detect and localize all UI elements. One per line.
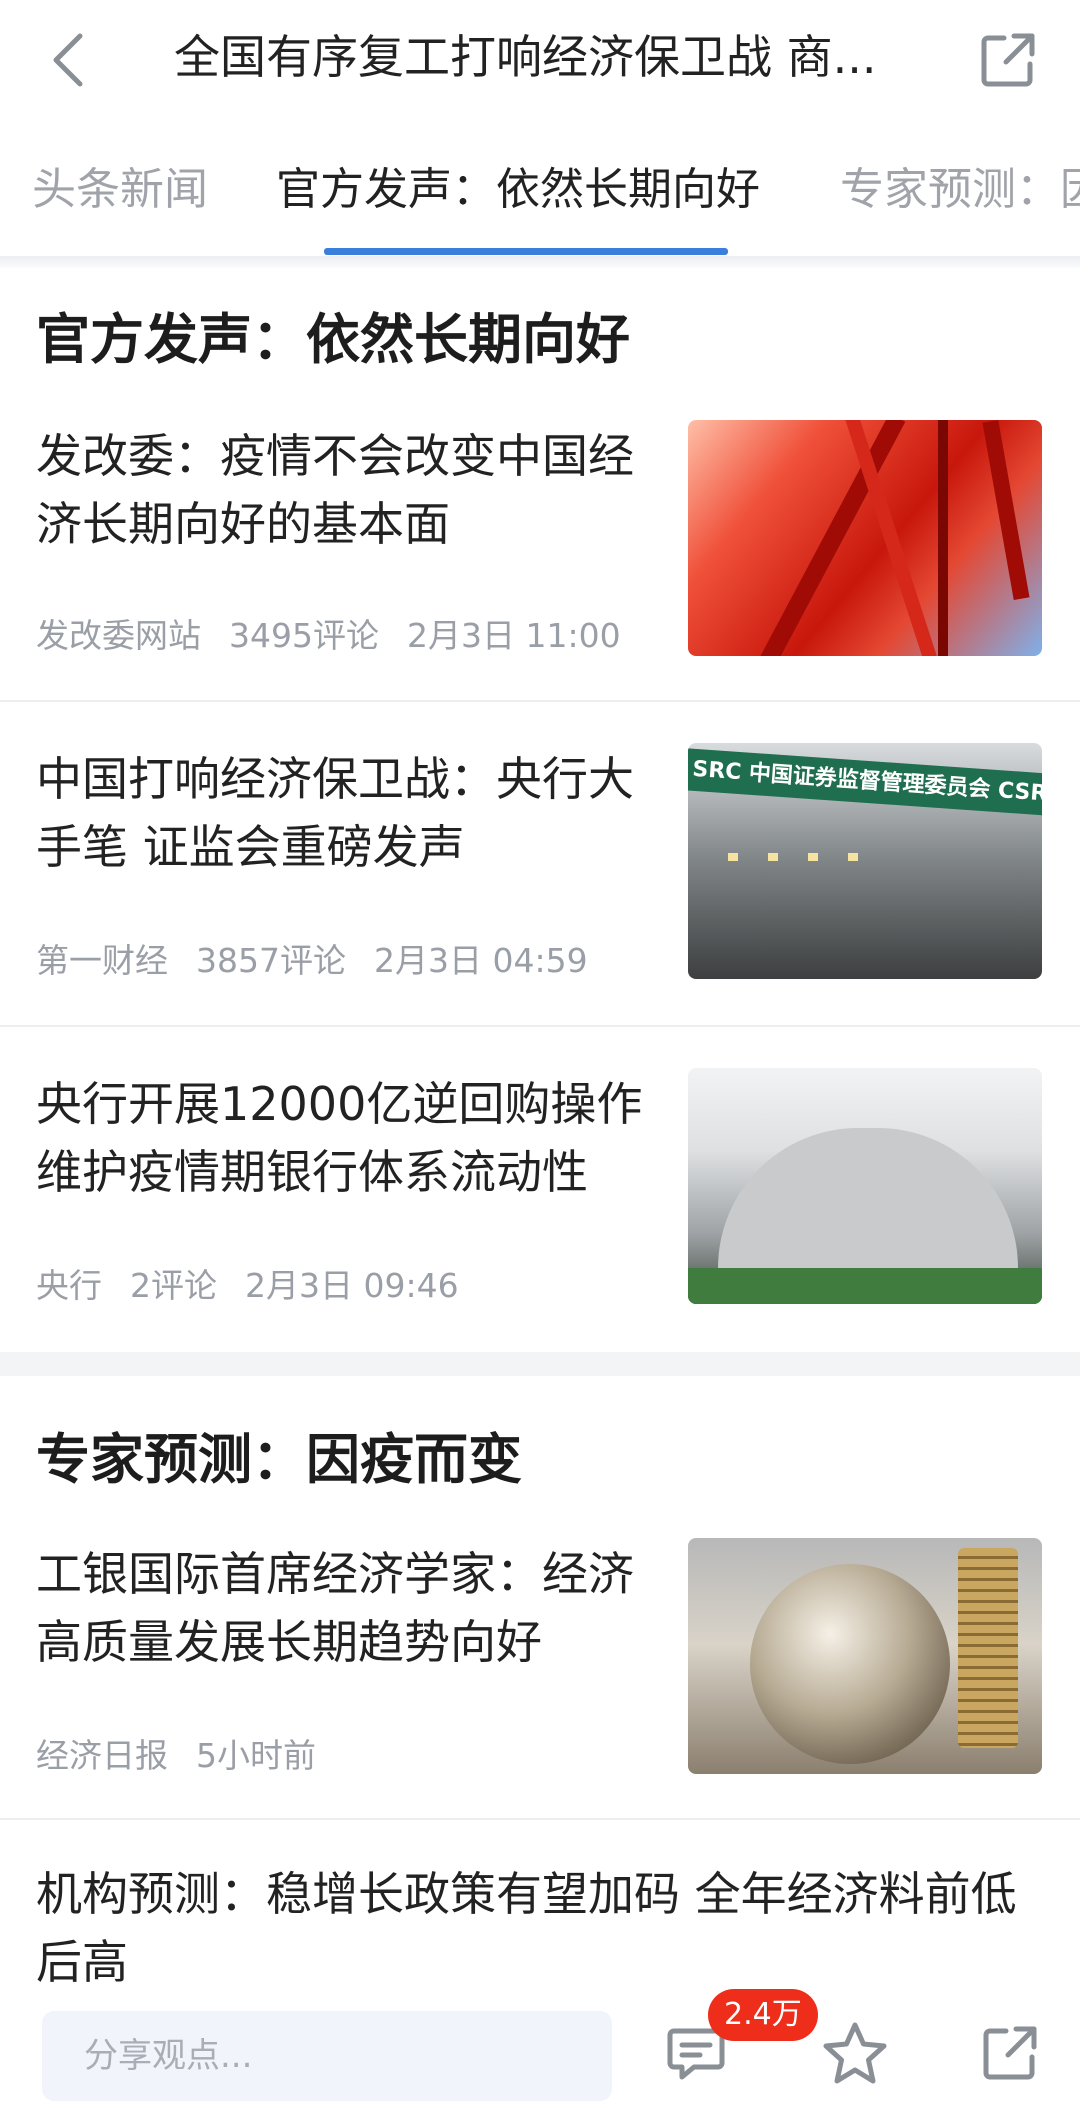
chevron-left-icon [53,33,83,87]
article-comments: 3495评论 [229,616,379,655]
section-heading: 专家预测：因疫而变 [36,1428,522,1491]
article-meta: 央行 2评论 2月3日 09:46 [36,1264,487,1308]
article-thumbnail [688,1538,1042,1774]
article-title: 中国打响经济保卫战：央行大手笔 证监会重磅发声 [36,752,634,874]
share-external-icon [983,2026,1037,2080]
section-tabs: 头条新闻 官方发声：依然长期向好 专家预测：因 [0,140,1080,256]
share-button[interactable] [976,28,1040,92]
list-item[interactable]: 工银国际首席经济学家：经济高质量发展长期趋势向好 经济日报 5小时前 [0,1528,1080,1818]
article-thumbnail: SRC 中国证券监督管理委员会 CSRC [688,743,1042,979]
article-title: 机构预测：稳增长政策有望加码 全年经济料前低后高 [36,1867,1017,1983]
comment-count-badge: 2.4万 [708,1989,818,2041]
article-comments: 3857评论 [196,941,346,980]
comment-input[interactable]: 分享观点... [42,2011,612,2101]
list-item[interactable]: 发改委：疫情不会改变中国经济长期向好的基本面 发改委网站 3495评论 2月3日 1… [0,410,1080,700]
tab-expert-forecast[interactable]: 专家预测：因 [840,160,1080,220]
article-source: 发改委网站 [36,616,201,655]
tabs-shadow [0,256,1080,268]
article-title: 工银国际首席经济学家：经济高质量发展长期趋势向好 [36,1547,634,1669]
list-item[interactable]: 中国打响经济保卫战：央行大手笔 证监会重磅发声 第一财经 3857评论 2月3日 0… [0,733,1080,1023]
article-meta: 发改委网站 3495评论 2月3日 11:00 [36,614,649,658]
article-title: 央行开展12000亿逆回购操作维护疫情期银行体系流动性 [36,1077,643,1199]
divider [0,700,1080,702]
article-time: 5小时前 [196,1736,316,1775]
page-title: 全国有序复工打响经济保卫战 商... [174,30,877,84]
article-thumbnail [688,420,1042,656]
bottom-action-bar: 分享观点... 2.4万 [0,1983,1080,2113]
section-heading: 官方发声：依然长期向好 [36,308,630,371]
article-thumbnail [688,1068,1042,1304]
active-tab-indicator [324,248,728,255]
share-button[interactable] [978,2021,1042,2085]
list-item[interactable]: 机构预测：稳增长政策有望加码 全年经济料前低后高 [0,1848,1080,1983]
back-button[interactable] [40,28,104,92]
tab-headlines[interactable]: 头条新闻 [32,160,208,220]
article-meta: 经济日报 5小时前 [36,1734,344,1778]
favorite-button[interactable] [820,2019,890,2089]
article-meta: 第一财经 3857评论 2月3日 04:59 [36,939,616,983]
article-time: 2月3日 04:59 [373,941,588,980]
top-navigation-bar: 全国有序复工打响经济保卫战 商... [0,0,1080,120]
article-source: 第一财经 [36,941,168,980]
article-title: 发改委：疫情不会改变中国经济长期向好的基本面 [36,429,634,551]
article-source: 央行 [36,1266,102,1305]
share-external-icon [981,33,1035,87]
list-item[interactable]: 央行开展12000亿逆回购操作维护疫情期银行体系流动性 央行 2评论 2月3日 09… [0,1058,1080,1348]
article-time: 2月3日 09:46 [245,1266,459,1305]
divider [0,1818,1080,1820]
tab-official-voices[interactable]: 官方发声：依然长期向好 [276,160,760,220]
article-source: 经济日报 [36,1736,168,1775]
section-separator [0,1352,1080,1376]
article-comments: 2评论 [130,1266,217,1305]
star-icon [823,2022,887,2084]
thumbnail-banner-text: SRC 中国证券监督管理委员会 CSRC [688,747,1042,817]
article-time: 2月3日 11:00 [406,616,621,655]
divider [0,1025,1080,1027]
